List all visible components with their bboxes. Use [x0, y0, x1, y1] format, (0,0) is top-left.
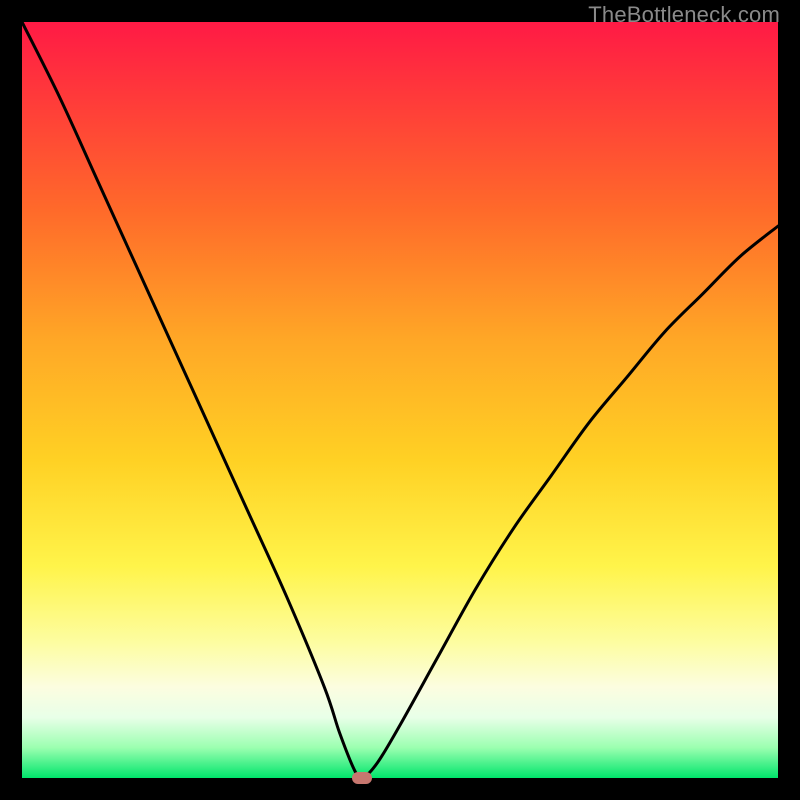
chart-frame: TheBottleneck.com [0, 0, 800, 800]
optimal-point-marker [352, 772, 372, 784]
plot-area [22, 22, 778, 778]
bottleneck-curve [22, 22, 778, 778]
